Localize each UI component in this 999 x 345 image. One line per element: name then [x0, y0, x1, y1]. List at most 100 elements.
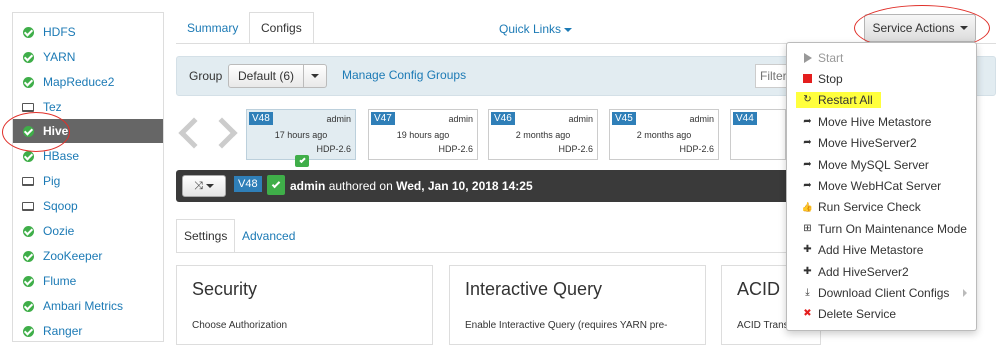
version-user: admin	[448, 114, 473, 124]
sidebar-item-label: Hive	[43, 124, 69, 138]
plus-icon: ✚	[803, 244, 812, 256]
service-actions-button[interactable]: Service Actions	[864, 14, 976, 42]
menu-item-add-hive-metastore[interactable]: ✚ Add Hive Metastore	[787, 240, 976, 261]
author-name: admin	[290, 179, 326, 193]
menu-item-add-hiveserver2[interactable]: ✚ Add HiveServer2	[787, 261, 976, 282]
version-user: admin	[568, 114, 593, 124]
menu-item-label: Add HiveServer2	[818, 264, 909, 279]
sidebar-item-hbase[interactable]: HBase	[13, 144, 163, 168]
chevron-right-icon	[963, 289, 967, 298]
menu-item-restart-all[interactable]: ↻ Restart All	[787, 90, 976, 111]
menu-item-label: Restart All	[818, 93, 873, 108]
acid-card-title: ACID	[737, 279, 781, 299]
current-version-check-icon	[295, 155, 309, 167]
check-circle-icon	[21, 299, 35, 313]
sidebar-item-ranger[interactable]: Ranger	[13, 319, 163, 343]
version-box-v45[interactable]: V45 admin 2 months ago HDP-2.6	[609, 109, 719, 160]
manage-config-groups-link[interactable]: Manage Config Groups	[342, 68, 466, 82]
menu-item-label: Start	[818, 50, 844, 65]
menu-item-label: Move WebHCat Server	[818, 178, 942, 193]
shuffle-icon: ⤨	[194, 179, 203, 192]
check-circle-icon	[21, 75, 35, 89]
menu-item-label: Download Client Configs	[818, 285, 950, 300]
laptop-icon	[21, 100, 35, 114]
version-stack: HDP-2.6	[438, 144, 473, 154]
menu-item-move-hive-metastore[interactable]: ➦ Move Hive Metastore	[787, 111, 976, 132]
tab-configs[interactable]: Configs	[249, 12, 314, 44]
menu-item-label: Stop	[818, 71, 843, 86]
sidebar-item-hive[interactable]: Hive	[13, 119, 163, 143]
menu-item-stop[interactable]: Stop	[787, 68, 976, 89]
version-tag: V45	[612, 112, 636, 125]
sidebar-item-oozie[interactable]: Oozie	[13, 219, 163, 243]
check-circle-icon	[21, 274, 35, 288]
security-card	[176, 265, 433, 345]
tab-settings[interactable]: Settings	[176, 219, 236, 253]
service-actions-label: Service Actions	[872, 21, 955, 35]
sidebar-item-sqoop[interactable]: Sqoop	[13, 194, 163, 218]
check-circle-icon	[21, 124, 35, 138]
menu-item-move-mysql-server[interactable]: ➦ Move MySQL Server	[787, 154, 976, 175]
version-tag: V47	[371, 112, 395, 125]
check-icon	[267, 175, 285, 195]
authored-date: Wed, Jan 10, 2018 14:25	[396, 179, 533, 193]
menu-item-delete-service[interactable]: ✖ Delete Service	[787, 304, 976, 325]
interactive-query-card-subtitle: Enable Interactive Query (requires YARN …	[465, 320, 668, 331]
version-user: admin	[689, 114, 714, 124]
security-card-subtitle: Choose Authorization	[192, 320, 288, 331]
menu-item-start[interactable]: Start	[787, 47, 976, 68]
version-time: 19 hours ago	[396, 130, 450, 140]
sidebar-item-zookeeper[interactable]: ZooKeeper	[13, 244, 163, 268]
medkit-icon: ⊞	[803, 222, 812, 234]
stop-icon	[802, 73, 813, 84]
authored-text: authored on	[328, 179, 393, 193]
sidebar-item-label: Flume	[43, 274, 77, 288]
check-circle-icon	[21, 25, 35, 39]
quick-links-label: Quick Links	[499, 22, 562, 36]
tab-summary[interactable]: Summary	[176, 12, 249, 44]
sidebar-item-label: Tez	[43, 100, 62, 114]
menu-item-label: Run Service Check	[818, 200, 921, 215]
sidebar-item-pig[interactable]: Pig	[13, 169, 163, 193]
menu-item-download-client-configs[interactable]: ⤓ Download Client Configs	[787, 282, 976, 303]
version-box-v46[interactable]: V46 admin 2 months ago HDP-2.6	[488, 109, 598, 160]
sidebar-item-flume[interactable]: Flume	[13, 269, 163, 293]
version-time: 2 months ago	[515, 130, 571, 140]
menu-item-move-webhcat-server[interactable]: ➦ Move WebHCat Server	[787, 175, 976, 196]
config-group-caret-button[interactable]	[303, 64, 327, 88]
version-user: admin	[326, 114, 351, 124]
menu-item-label: Move MySQL Server	[818, 157, 929, 172]
check-circle-icon	[21, 324, 35, 338]
menu-item-run-service-check[interactable]: 👍 Run Service Check	[787, 197, 976, 218]
config-group-select[interactable]: Default (6)	[228, 64, 304, 88]
share-arrow-icon: ➦	[803, 158, 812, 170]
sidebar-item-label: Ranger	[43, 324, 83, 338]
sidebar-item-hdfs[interactable]: HDFS	[13, 20, 163, 44]
tab-advanced[interactable]: Advanced	[235, 219, 302, 253]
chevron-down-icon	[311, 74, 319, 78]
sidebar-item-mapreduce2[interactable]: MapReduce2	[13, 70, 163, 94]
sidebar-item-yarn[interactable]: YARN	[13, 45, 163, 69]
menu-item-turn-on-maintenance-mode[interactable]: ⊞ Turn On Maintenance Mode	[787, 218, 976, 239]
quick-links-dropdown[interactable]: Quick Links	[499, 22, 573, 36]
version-box-v44[interactable]: V44	[730, 109, 786, 160]
menu-item-label: Turn On Maintenance Mode	[818, 221, 967, 236]
version-time: 17 hours ago	[274, 130, 328, 140]
version-tag: V46	[491, 112, 515, 125]
version-tag: V48	[249, 112, 273, 125]
chevron-left-icon[interactable]	[178, 117, 210, 149]
group-label: Group	[189, 69, 223, 83]
sidebar-item-tez[interactable]: Tez	[13, 95, 163, 119]
current-version-tag: V48	[234, 176, 262, 192]
menu-item-label: Add Hive Metastore	[818, 243, 924, 258]
version-box-v47[interactable]: V47 admin 19 hours ago HDP-2.6	[368, 109, 478, 160]
highlight-annotation: ↻ Restart All	[796, 92, 881, 109]
version-box-v48[interactable]: V48 admin 17 hours ago HDP-2.6	[246, 109, 356, 160]
sidebar-item-ambari-metrics[interactable]: Ambari Metrics	[13, 294, 163, 318]
sidebar-item-label: Sqoop	[43, 199, 78, 213]
compare-versions-button[interactable]: ⤨	[182, 175, 226, 197]
chevron-right-icon[interactable]	[206, 117, 238, 149]
sidebar-item-label: Oozie	[43, 224, 75, 238]
menu-item-label: Move Hive Metastore	[818, 114, 932, 129]
menu-item-move-hiveserver2[interactable]: ➦ Move HiveServer2	[787, 133, 976, 154]
